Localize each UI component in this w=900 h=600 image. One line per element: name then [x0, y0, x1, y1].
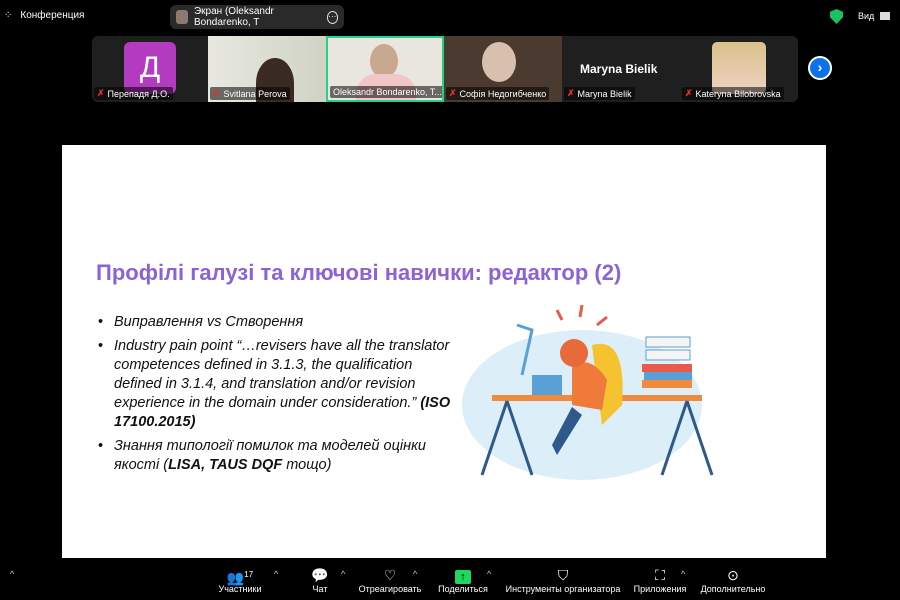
muted-mic-icon: ✗: [213, 88, 221, 98]
participants-button[interactable]: 👥17 Участники: [212, 566, 268, 594]
meeting-info[interactable]: ⁘ Конференция: [4, 10, 84, 21]
participant-tile[interactable]: ✗ Софія Недогибченко: [444, 36, 562, 102]
participant-name: Kateryna Bilobrovska: [695, 88, 781, 99]
participant-tile-active[interactable]: Oleksandr Bondarenko, T...: [326, 36, 444, 102]
participant-name: Oleksandr Bondarenko, T...: [333, 87, 442, 97]
shared-slide: Профілі галузі та ключові навички: редак…: [62, 145, 826, 558]
participant-name: Svitlana Perova: [223, 88, 287, 99]
more-icon[interactable]: ···: [326, 10, 338, 24]
bullet-text: Industry pain point “…revisers have all …: [114, 338, 450, 411]
chat-button[interactable]: 💬 Чат: [300, 566, 340, 594]
meeting-toolbar: ^ 👥17 Участники ^ 💬 Чат ^ ♡ Отреагировать ^…: [0, 560, 900, 600]
screen-share-label: Экран (Oleksandr Bondarenko, T: [193, 6, 274, 28]
muted-mic-icon: ✗: [449, 88, 457, 98]
participant-tile[interactable]: Д ✗ Перепадя Д.О.: [92, 36, 208, 102]
top-bar: ⁘ Конференция Экран (Oleksandr Bondarenko…: [0, 0, 900, 34]
muted-mic-icon: ✗: [567, 88, 575, 98]
view-label: Вид: [858, 11, 875, 21]
chevron-up-icon[interactable]: ^: [341, 569, 345, 579]
next-page-button[interactable]: ›: [808, 56, 832, 80]
stressed-editor-illustration: [462, 304, 714, 480]
participant-tile[interactable]: ✗ Kateryna Bilobrovska: [680, 36, 798, 102]
button-label: Дополнительно: [700, 584, 766, 594]
more-icon: ⊙: [727, 567, 739, 583]
button-label: Инструменты организатора: [505, 584, 621, 594]
bullet-text: тощо): [282, 457, 332, 473]
grid-icon: [880, 12, 891, 20]
participant-name: Перепадя Д.О.: [107, 88, 170, 99]
view-button[interactable]: Вид: [858, 11, 891, 21]
share-arrow-icon: ↑: [455, 570, 471, 584]
button-label: Приложения: [633, 584, 687, 594]
chevron-up-icon[interactable]: ^: [10, 569, 14, 579]
screen-share-pill[interactable]: Экран (Oleksandr Bondarenko, T ···: [170, 5, 344, 29]
chevron-up-icon[interactable]: ^: [413, 569, 417, 579]
button-label: Чат: [312, 584, 328, 594]
chat-icon: 💬: [311, 567, 329, 583]
button-label: Участники: [218, 584, 262, 594]
bullet-item: Виправлення vs Створення: [96, 313, 456, 332]
participant-name: Софія Недогибченко: [459, 88, 547, 99]
video-person: [482, 42, 516, 82]
chevron-up-icon[interactable]: ^: [274, 569, 278, 579]
video-person: [370, 44, 398, 78]
share-button[interactable]: ↑ Поделиться: [434, 566, 492, 594]
participant-name: Maryna Bielik: [577, 88, 632, 99]
participants-icon: ⁘: [4, 10, 13, 21]
bullet-text: Виправлення vs Створення: [114, 314, 304, 330]
security-shield-icon[interactable]: [830, 9, 843, 24]
muted-mic-icon: ✗: [97, 88, 105, 98]
participant-tile[interactable]: ✗ Svitlana Perova: [208, 36, 326, 102]
slide-bullets: Виправлення vs Створення Industry pain p…: [96, 313, 456, 480]
bullet-item: Знання типології помилок та моделей оцін…: [96, 437, 456, 475]
muted-mic-icon: ✗: [685, 88, 693, 98]
button-label: Отреагировать: [358, 584, 422, 594]
participants-count: 17: [244, 570, 254, 579]
shield-icon: ⛉: [557, 567, 569, 583]
host-tools-button[interactable]: ⛉ Инструменты организатора: [503, 566, 623, 594]
bullet-item: Industry pain point “…revisers have all …: [96, 337, 456, 432]
bullet-bold: LISA, TAUS DQF: [168, 457, 283, 473]
chevron-up-icon[interactable]: ^: [681, 569, 685, 579]
slide-title: Профілі галузі та ключові навички: редак…: [96, 260, 622, 285]
more-button[interactable]: ⊙ Дополнительно: [697, 566, 769, 594]
participant-display-name: Maryna Bielik: [580, 62, 658, 76]
chevron-up-icon[interactable]: ^: [487, 569, 491, 579]
avatar: [176, 10, 188, 24]
meeting-label: Конференция: [20, 10, 85, 21]
button-label: Поделиться: [438, 584, 488, 594]
participant-tile[interactable]: Maryna Bielik ✗ Maryna Bielik: [562, 36, 680, 102]
shared-screen-margin: [62, 102, 826, 145]
